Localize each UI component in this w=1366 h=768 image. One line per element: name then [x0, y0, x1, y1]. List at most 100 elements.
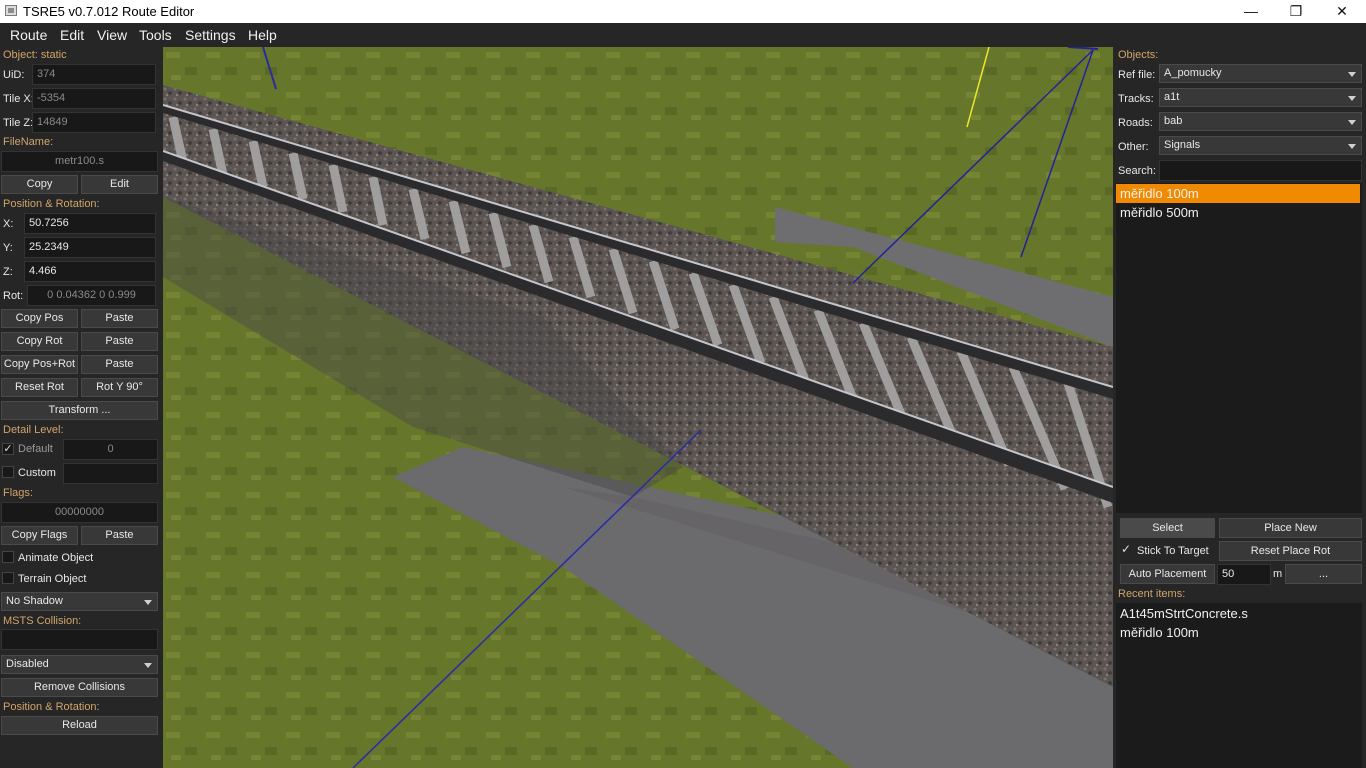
filename-label: FileName: — [3, 136, 54, 148]
chevron-down-icon — [144, 663, 152, 668]
tracks-label: Tracks: — [1118, 93, 1154, 105]
object-properties-panel: Object: static UiD: 374 Tile X: -5354 Ti… — [0, 47, 163, 768]
objects-panel: Objects: Ref file: A_pomucky Tracks: a1t… — [1113, 47, 1366, 768]
search-label: Search: — [1118, 165, 1156, 177]
list-item[interactable]: A1t45mStrtConcrete.s — [1116, 604, 1360, 623]
flags-label: Flags: — [3, 487, 33, 499]
rot-field[interactable]: 0 0.04362 0 0.999 — [27, 285, 156, 306]
collision-dropdown[interactable]: Disabled — [1, 655, 158, 674]
paste-rot-button[interactable]: Paste — [81, 332, 158, 351]
z-label: Z: — [3, 266, 13, 278]
ref-file-dropdown[interactable]: A_pomucky — [1159, 64, 1362, 83]
reset-rot-button[interactable]: Reset Rot — [1, 378, 78, 397]
terrain-object-label: Terrain Object — [18, 573, 87, 585]
terrain-object-checkbox[interactable] — [2, 572, 14, 584]
transform-button[interactable]: Transform ... — [1, 401, 158, 420]
copy-pos-button[interactable]: Copy Pos — [1, 309, 78, 328]
app-icon — [5, 5, 17, 16]
chevron-down-icon — [1348, 120, 1356, 125]
custom-checkbox[interactable] — [2, 466, 14, 478]
custom-detail-field[interactable] — [63, 463, 158, 484]
maximize-button[interactable]: ❐ — [1273, 0, 1319, 23]
roads-value: bab — [1164, 115, 1183, 127]
recent-items-label: Recent items: — [1118, 588, 1186, 600]
edit-button[interactable]: Edit — [81, 175, 158, 194]
shadow-dropdown[interactable]: No Shadow — [1, 592, 158, 611]
place-new-button[interactable]: Place New — [1219, 518, 1362, 538]
menu-help[interactable]: Help — [248, 27, 277, 43]
tracks-value: a1t — [1164, 91, 1180, 103]
menu-edit[interactable]: Edit — [60, 27, 84, 43]
tracks-dropdown[interactable]: a1t — [1159, 88, 1362, 107]
menu-view[interactable]: View — [97, 27, 127, 43]
shadow-value: No Shadow — [6, 595, 63, 607]
flags-field[interactable]: 00000000 — [1, 502, 158, 523]
uid-field[interactable]: 374 — [32, 64, 156, 85]
tilez-field[interactable]: 14849 — [32, 112, 156, 133]
auto-placement-distance-field[interactable]: 50 — [1217, 564, 1271, 585]
tilex-field[interactable]: -5354 — [32, 88, 156, 109]
other-value: Signals — [1164, 139, 1201, 151]
uid-label: UiD: — [3, 69, 25, 81]
menu-route[interactable]: Route — [10, 27, 47, 43]
msts-collision-label: MSTS Collision: — [3, 615, 82, 627]
recent-items-list[interactable]: A1t45mStrtConcrete.s měřidlo 100m — [1116, 603, 1362, 768]
other-dropdown[interactable]: Signals — [1159, 136, 1362, 155]
paste-flags-button[interactable]: Paste — [81, 526, 158, 545]
menu-bar: Route Edit View Tools Settings Help — [0, 23, 1366, 47]
paste-posrot-button[interactable]: Paste — [81, 355, 158, 374]
ref-file-value: A_pomucky — [1164, 67, 1222, 79]
animate-object-label: Animate Object — [18, 552, 94, 564]
roads-dropdown[interactable]: bab — [1159, 112, 1362, 131]
z-field[interactable]: 4.466 — [24, 261, 156, 282]
other-label: Other: — [1118, 141, 1149, 153]
object-type-label: Object: static — [3, 49, 67, 61]
list-item[interactable]: měřidlo 100m — [1116, 623, 1360, 642]
filename-field[interactable]: metr100.s — [1, 151, 158, 172]
ref-file-label: Ref file: — [1118, 69, 1156, 81]
distance-unit-label: m — [1273, 568, 1283, 580]
x-field[interactable]: 50.7256 — [24, 213, 156, 234]
window-title: TSRE5 v0.7.012 Route Editor — [23, 4, 195, 19]
stick-to-target-label: Stick To Target — [1137, 545, 1209, 557]
chevron-down-icon — [144, 600, 152, 605]
copy-posrot-button[interactable]: Copy Pos+Rot — [1, 355, 78, 374]
rot-label: Rot: — [3, 290, 24, 302]
msts-collision-field[interactable] — [1, 629, 158, 650]
list-item[interactable]: měřidlo 100m — [1116, 184, 1360, 203]
menu-tools[interactable]: Tools — [139, 27, 172, 43]
search-input[interactable] — [1159, 160, 1362, 181]
3d-viewport[interactable] — [163, 47, 1113, 768]
stick-to-target-checkbox[interactable]: ✓ — [1120, 543, 1132, 556]
y-field[interactable]: 25.2349 — [24, 237, 156, 258]
collision-value: Disabled — [6, 658, 49, 670]
chevron-down-icon — [1348, 72, 1356, 77]
select-button[interactable]: Select — [1120, 518, 1215, 538]
roads-label: Roads: — [1118, 117, 1153, 129]
scene-render — [163, 47, 1113, 768]
reload-button[interactable]: Reload — [1, 716, 158, 735]
chevron-down-icon — [1348, 96, 1356, 101]
detail-level-label: Detail Level: — [3, 424, 64, 436]
detail-value-field[interactable]: 0 — [63, 439, 158, 460]
rot-y90-button[interactable]: Rot Y 90° — [81, 378, 158, 397]
copy-rot-button[interactable]: Copy Rot — [1, 332, 78, 351]
more-options-button[interactable]: ... — [1285, 564, 1362, 584]
x-label: X: — [3, 218, 14, 230]
close-button[interactable]: ✕ — [1319, 0, 1365, 23]
copy-button[interactable]: Copy — [1, 175, 78, 194]
title-bar: TSRE5 v0.7.012 Route Editor — ❐ ✕ — [0, 0, 1366, 23]
list-item[interactable]: měřidlo 500m — [1116, 203, 1360, 222]
objects-label: Objects: — [1118, 49, 1159, 61]
objects-list[interactable]: měřidlo 100m měřidlo 500m — [1116, 183, 1362, 513]
paste-pos-button[interactable]: Paste — [81, 309, 158, 328]
copy-flags-button[interactable]: Copy Flags — [1, 526, 78, 545]
default-checkbox[interactable]: ✓ — [2, 443, 14, 455]
auto-placement-button[interactable]: Auto Placement — [1120, 564, 1215, 584]
reset-place-rot-button[interactable]: Reset Place Rot — [1219, 541, 1362, 561]
minimize-button[interactable]: — — [1228, 0, 1274, 23]
menu-settings[interactable]: Settings — [185, 27, 236, 43]
remove-collisions-button[interactable]: Remove Collisions — [1, 678, 158, 697]
animate-object-checkbox[interactable] — [2, 551, 14, 563]
tilex-label: Tile X: — [3, 93, 34, 105]
